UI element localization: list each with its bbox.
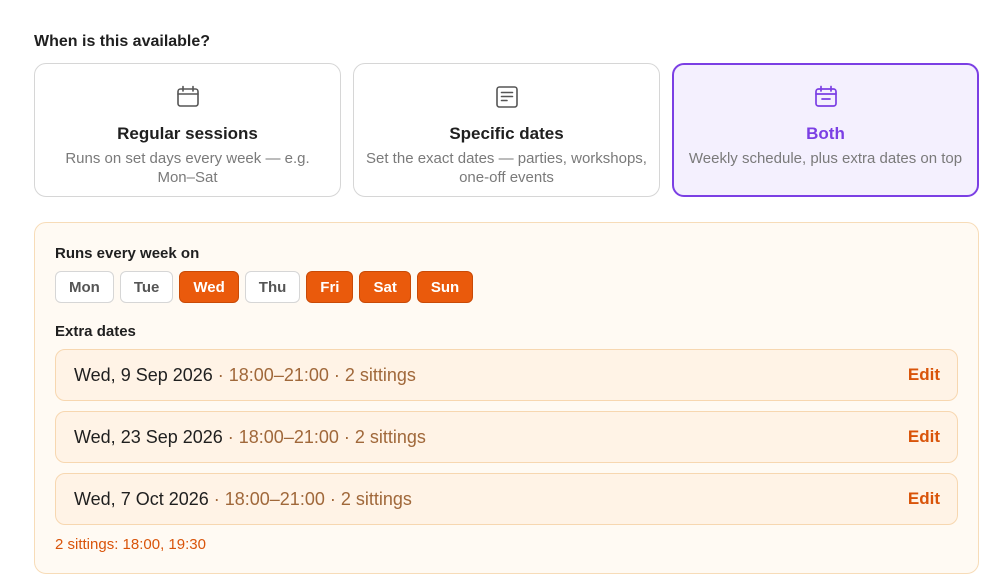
edit-date-button[interactable]: Edit bbox=[908, 427, 940, 447]
date-value: Wed, 9 Sep 2026 bbox=[74, 364, 213, 385]
calendar-icon bbox=[175, 84, 201, 110]
extra-date-row: Wed, 23 Sep 2026 · 18:00–21:00 · 2 sitti… bbox=[55, 411, 958, 463]
calendar-icon bbox=[813, 84, 839, 110]
extra-dates-label: Extra dates bbox=[55, 323, 136, 340]
date-value: Wed, 7 Oct 2026 bbox=[74, 488, 209, 509]
extra-date-row: Wed, 7 Oct 2026 · 18:00–21:00 · 2 sittin… bbox=[55, 473, 958, 525]
edit-date-button[interactable]: Edit bbox=[908, 365, 940, 385]
extra-dates-list: Wed, 9 Sep 2026 · 18:00–21:00 · 2 sittin… bbox=[55, 349, 958, 525]
option-title: Specific dates bbox=[449, 124, 564, 143]
day-toggle-thu[interactable]: Thu bbox=[244, 271, 301, 303]
date-value: Wed, 23 Sep 2026 bbox=[74, 426, 223, 447]
weekday-selector: Mon Tue Wed Thu Fri Sat Sun bbox=[55, 271, 474, 303]
day-toggle-wed[interactable]: Wed bbox=[179, 271, 239, 303]
date-time-sittings: · 18:00–21:00 · 2 sittings bbox=[212, 364, 416, 385]
extra-date-row: Wed, 9 Sep 2026 · 18:00–21:00 · 2 sittin… bbox=[55, 349, 958, 401]
option-regular-sessions[interactable]: Regular sessions Runs on set days every … bbox=[34, 63, 341, 197]
document-icon bbox=[494, 84, 520, 110]
availability-options: Regular sessions Runs on set days every … bbox=[34, 63, 979, 197]
option-specific-dates[interactable]: Specific dates Set the exact dates — par… bbox=[353, 63, 660, 197]
availability-page: When is this available? Regular sessions… bbox=[0, 0, 1000, 580]
option-description: Set the exact dates — parties, workshops… bbox=[366, 150, 647, 186]
day-toggle-sun[interactable]: Sun bbox=[416, 271, 474, 303]
option-title: Both bbox=[806, 124, 845, 143]
day-toggle-fri[interactable]: Fri bbox=[306, 271, 354, 303]
day-toggle-sat[interactable]: Sat bbox=[359, 271, 411, 303]
day-toggle-tue[interactable]: Tue bbox=[119, 271, 174, 303]
date-time-sittings: · 18:00–21:00 · 2 sittings bbox=[222, 426, 426, 447]
date-time-sittings: · 18:00–21:00 · 2 sittings bbox=[208, 488, 412, 509]
option-description: Weekly schedule, plus extra dates on top bbox=[688, 150, 963, 167]
day-toggle-mon[interactable]: Mon bbox=[55, 271, 114, 303]
option-both[interactable]: Both Weekly schedule, plus extra dates o… bbox=[672, 63, 979, 197]
edit-date-button[interactable]: Edit bbox=[908, 489, 940, 509]
section-heading: When is this available? bbox=[34, 33, 211, 50]
option-title: Regular sessions bbox=[117, 124, 258, 143]
weekly-label: Runs every week on bbox=[55, 245, 200, 262]
schedule-panel: Runs every week on Mon Tue Wed Thu Fri S… bbox=[34, 222, 979, 574]
sittings-summary: 2 sittings: 18:00, 19:30 bbox=[55, 536, 206, 553]
option-description: Runs on set days every week — e.g. Mon–S… bbox=[65, 150, 310, 186]
